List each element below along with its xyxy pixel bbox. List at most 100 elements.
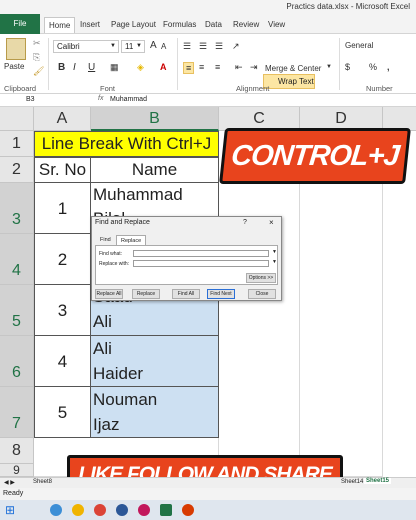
sheet-tab-active[interactable]: Sheet15 [364, 478, 392, 484]
column-header-a[interactable]: A [34, 107, 91, 131]
tab-data[interactable]: Data [205, 17, 222, 33]
app-icon[interactable] [138, 504, 150, 516]
comma-button[interactable]: , [387, 62, 390, 72]
paste-button[interactable]: Paste [4, 62, 24, 71]
align-right-icon[interactable]: ≡ [215, 62, 220, 72]
status-text: Ready [3, 490, 24, 497]
shrink-font-icon[interactable]: A [161, 42, 166, 51]
column-header-b[interactable]: B [91, 107, 219, 131]
align-middle-icon[interactable]: ☰ [199, 41, 207, 52]
windows-start-icon[interactable]: ⊞ [5, 503, 15, 517]
align-left-icon[interactable]: ≡ [183, 62, 195, 74]
bold-button[interactable]: B [58, 62, 65, 73]
sheet-tab[interactable]: Sheet8 [33, 479, 52, 485]
cell-sr-no[interactable]: 2 [34, 234, 91, 285]
chevron-down-icon: ▼ [110, 43, 116, 49]
edge-icon[interactable] [50, 504, 62, 516]
close-button[interactable]: Close [248, 289, 276, 299]
taskbar: ⊞ [0, 500, 416, 520]
formula-input[interactable]: Muhammad [110, 96, 147, 103]
copy-icon[interactable]: ⎘ [33, 52, 40, 63]
cut-icon[interactable]: ✂ [33, 38, 41, 49]
tab-replace[interactable]: Replace [116, 235, 147, 245]
wrap-text-button[interactable]: Wrap Text [263, 74, 315, 89]
replace-button[interactable]: Replace [132, 289, 160, 299]
cell-sr-no[interactable]: 5 [34, 387, 91, 438]
tab-insert[interactable]: Insert [80, 17, 100, 33]
name-line: Nouman [93, 390, 158, 409]
currency-button[interactable]: $ [345, 62, 350, 72]
replace-all-button[interactable]: Replace All [95, 289, 123, 299]
borders-icon[interactable]: ▦ [110, 62, 119, 73]
sheet-nav-icon[interactable]: ◀ ▶ [4, 479, 15, 486]
row-header-3[interactable]: 3 [0, 183, 34, 234]
fill-color-icon[interactable]: ◈ [137, 62, 144, 73]
cell-sr-no[interactable]: 4 [34, 336, 91, 387]
close-icon[interactable]: × [269, 218, 274, 227]
chevron-down-icon: ▼ [136, 43, 142, 49]
replace-with-input[interactable] [133, 260, 269, 267]
header-name[interactable]: Name [91, 157, 219, 183]
tab-view[interactable]: View [268, 17, 285, 33]
row-header-8[interactable]: 8 [0, 438, 34, 464]
excel-icon[interactable] [160, 504, 172, 516]
decrease-indent-icon[interactable]: ⇤ [235, 62, 243, 73]
tab-file[interactable]: File [0, 14, 40, 34]
underline-button[interactable]: U [88, 62, 95, 73]
tab-page-layout[interactable]: Page Layout [111, 17, 156, 33]
find-replace-dialog: Find and Replace ? × Find Replace Find w… [91, 216, 282, 301]
merge-center-button[interactable]: Merge & Center [265, 64, 321, 73]
row-header-4[interactable]: 4 [0, 234, 34, 285]
row-header-5[interactable]: 5 [0, 285, 34, 336]
find-all-button[interactable]: Find All [172, 289, 200, 299]
help-icon[interactable]: ? [243, 219, 247, 226]
row-header-9[interactable]: 9 [0, 464, 34, 477]
align-top-icon[interactable]: ☰ [183, 41, 191, 52]
font-name-dropdown[interactable]: Calibri ▼ [53, 40, 119, 53]
table-title-cell[interactable]: Line Break With Ctrl+J [34, 131, 219, 157]
row-header-7[interactable]: 7 [0, 387, 34, 438]
align-center-icon[interactable]: ≡ [199, 62, 204, 72]
dialog-panel: Find what: ▼ Replace with: ▼ Options >> [95, 245, 278, 285]
tab-formulas[interactable]: Formulas [163, 17, 196, 33]
fx-icon[interactable]: fx [98, 95, 103, 102]
chrome-icon[interactable] [94, 504, 106, 516]
number-format-dropdown[interactable]: General [345, 41, 373, 50]
header-sr-no[interactable]: Sr. No [34, 157, 91, 183]
row-header-1[interactable]: 1 [0, 131, 34, 157]
ribbon-divider [48, 38, 49, 90]
align-bottom-icon[interactable]: ☰ [215, 41, 223, 52]
percent-button[interactable]: % [369, 62, 377, 72]
tab-review[interactable]: Review [233, 17, 259, 33]
orientation-icon[interactable]: ↗ [232, 41, 240, 52]
chevron-down-icon[interactable]: ▼ [272, 249, 277, 255]
options-button[interactable]: Options >> [246, 273, 276, 283]
cell-name[interactable]: Nouman Ijaz [91, 387, 219, 438]
name-box[interactable]: B3 [26, 96, 35, 103]
select-all-corner[interactable] [0, 107, 34, 131]
tab-home[interactable]: Home [44, 17, 76, 33]
app-icon[interactable] [116, 504, 128, 516]
explorer-icon[interactable] [72, 504, 84, 516]
cell-name[interactable]: Ali Haider [91, 336, 219, 387]
italic-button[interactable]: I [73, 62, 76, 73]
chevron-down-icon[interactable]: ▼ [272, 259, 277, 265]
chevron-down-icon[interactable]: ▼ [326, 64, 332, 70]
tab-find[interactable]: Find [96, 235, 115, 245]
paste-icon[interactable] [6, 38, 26, 60]
find-next-button[interactable]: Find Next [207, 289, 235, 299]
name-line: Ali [93, 312, 112, 331]
cell-sr-no[interactable]: 1 [34, 183, 91, 234]
sheet-tab[interactable]: Sheet14 [341, 479, 363, 485]
font-size-dropdown[interactable]: 11 ▼ [121, 40, 145, 53]
increase-indent-icon[interactable]: ⇥ [250, 62, 258, 73]
row-header-2[interactable]: 2 [0, 157, 34, 183]
app-icon[interactable] [182, 504, 194, 516]
row-header-6[interactable]: 6 [0, 336, 34, 387]
window-title: Practics data.xlsx - Microsoft Excel [286, 2, 410, 11]
format-painter-icon[interactable]: 🖌 [33, 66, 44, 77]
font-color-icon[interactable]: A [160, 62, 167, 72]
cell-sr-no[interactable]: 3 [34, 285, 91, 336]
grow-font-icon[interactable]: A [150, 40, 157, 51]
find-what-input[interactable] [133, 250, 269, 257]
